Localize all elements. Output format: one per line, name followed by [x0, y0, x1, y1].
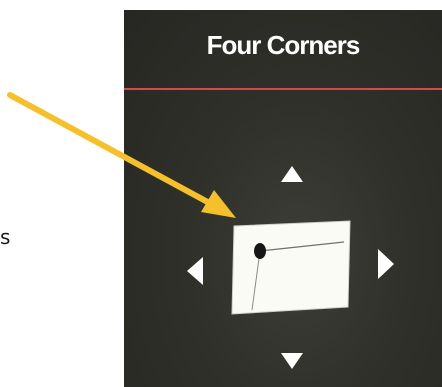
four-corners-panel: Four Corners [124, 10, 442, 387]
triangle-up-icon[interactable] [280, 165, 304, 183]
corner-adjust-box[interactable] [230, 220, 352, 315]
triangle-right-icon[interactable] [377, 248, 395, 280]
title-divider [124, 88, 442, 90]
triangle-left-icon[interactable] [186, 256, 204, 286]
triangle-down-icon[interactable] [280, 352, 304, 370]
panel-title: Four Corners [206, 30, 361, 60]
selected-corner-marker [254, 243, 266, 259]
partial-caption-text: s [0, 225, 11, 249]
